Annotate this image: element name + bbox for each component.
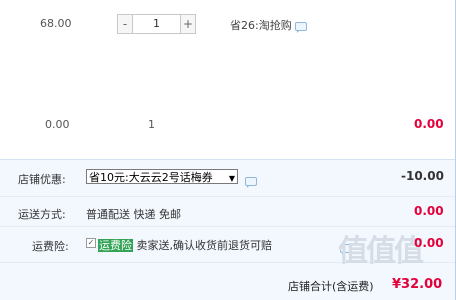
- shop-discount-selected: 省10元:大云云2号话梅券: [89, 171, 213, 184]
- insurance-description: 卖家送,确认收货前退货可赔: [136, 239, 273, 252]
- increase-quantity-button[interactable]: +: [180, 14, 196, 34]
- item2-subtotal: 0.00: [414, 117, 444, 131]
- shipping-label: 运送方式:: [18, 208, 66, 221]
- saving-label: 省26:淘抢购: [230, 19, 292, 32]
- insurance-text: 运费险 卖家送,确认收货前退货可赔: [98, 237, 272, 253]
- shop-discount-amount: -10.00: [401, 169, 444, 183]
- insurance-checkbox[interactable]: ✓: [86, 238, 96, 248]
- total-label: 店铺合计(含运费): [288, 280, 374, 293]
- decrease-quantity-button[interactable]: -: [117, 14, 133, 34]
- item2-quantity: 1: [148, 118, 155, 131]
- shop-discount-label: 店铺优惠:: [18, 173, 66, 186]
- dropdown-arrow-icon: ▼: [228, 174, 235, 183]
- chat-icon[interactable]: [245, 176, 257, 188]
- item2-price: 0.00: [45, 118, 70, 131]
- insurance-amount: 0.00: [414, 236, 444, 250]
- row-divider: [0, 196, 455, 197]
- shop-discount-select[interactable]: 省10元:大云云2号话梅券 ▼: [86, 169, 238, 184]
- watermark-logo: 值值值: [338, 234, 424, 269]
- insurance-tag: 运费险: [98, 239, 133, 252]
- total-amount: ¥32.00: [392, 277, 443, 292]
- item1-saving-text: 省26:淘抢购: [230, 17, 307, 33]
- item1-price: 68.00: [40, 17, 72, 30]
- quantity-stepper: - 1 +: [117, 14, 196, 34]
- chat-icon[interactable]: [294, 21, 307, 33]
- insurance-label: 运费险:: [32, 240, 69, 253]
- quantity-input[interactable]: 1: [133, 14, 180, 34]
- shipping-amount: 0.00: [414, 204, 444, 218]
- shipping-method: 普通配送 快递 免邮: [86, 208, 181, 221]
